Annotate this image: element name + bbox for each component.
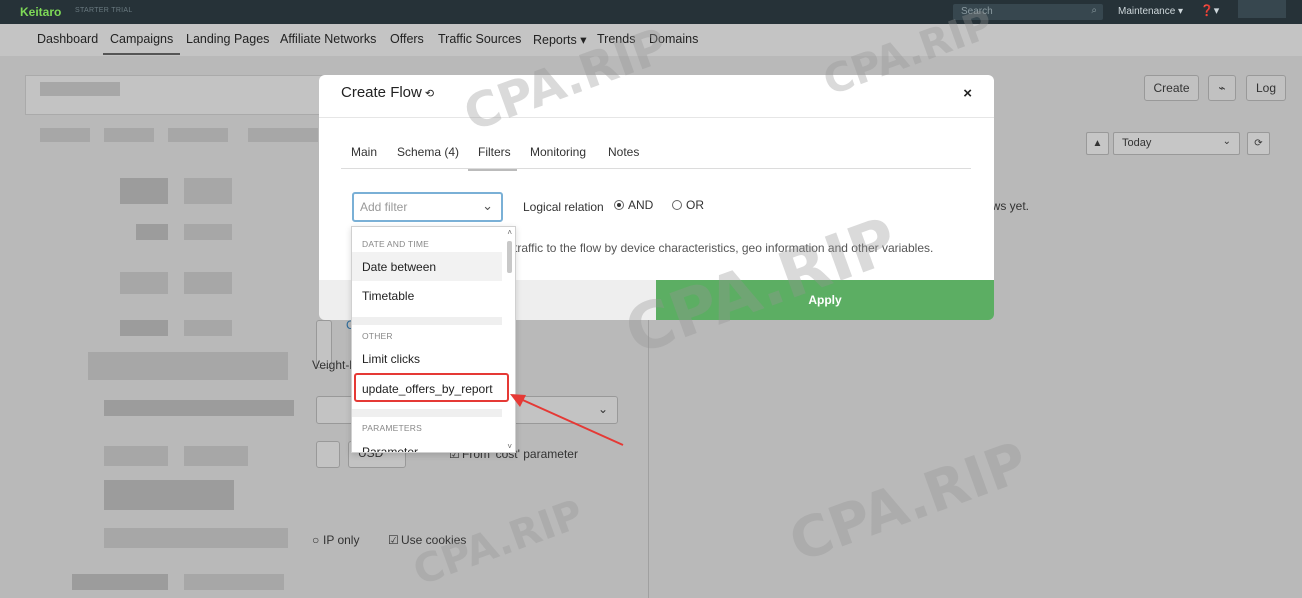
blurred-text <box>136 224 168 240</box>
bg-input <box>316 441 340 468</box>
nav-offers[interactable]: Offers <box>390 32 424 46</box>
refresh-icon[interactable]: ⟳ <box>1247 132 1270 155</box>
nav-reports[interactable]: Reports ▾ <box>533 32 587 47</box>
chevron-down-icon: ⌄ <box>482 198 493 213</box>
radio-and[interactable]: AND <box>614 198 653 212</box>
modal-title: Create Flow ⟲ <box>341 84 434 101</box>
user-menu[interactable] <box>1238 0 1286 18</box>
plan-badge: STARTER TRIAL <box>75 7 133 14</box>
add-filter-select[interactable]: Add filter ⌄ <box>352 192 503 222</box>
option-timetable[interactable]: Timetable <box>352 281 502 310</box>
blurred-text <box>104 446 168 466</box>
logical-relation-label: Logical relation <box>523 200 604 214</box>
link-button[interactable]: ⌁ <box>1208 75 1236 101</box>
chevron-down-icon: ⌄ <box>1222 136 1231 147</box>
add-filter-placeholder: Add filter <box>360 200 408 214</box>
blurred-text <box>104 528 288 548</box>
highlight-box <box>354 373 509 402</box>
nav-dashboard[interactable]: Dashboard <box>37 32 98 46</box>
option-date-between[interactable]: Date between <box>352 252 502 281</box>
blurred-text <box>104 400 294 416</box>
blurred-text <box>120 272 168 294</box>
radio-icon: ○ <box>312 533 320 547</box>
tab-main[interactable]: Main <box>351 145 377 159</box>
search-placeholder: Search <box>961 6 993 17</box>
main-nav: Dashboard Campaigns Landing Pages Affili… <box>0 24 1302 56</box>
radio-or[interactable]: OR <box>672 198 704 212</box>
app-logo[interactable]: Keitaro <box>20 5 61 19</box>
radio-and-label: AND <box>628 198 654 212</box>
group-date-time: DATE AND TIME <box>362 239 429 249</box>
scroll-up-icon[interactable]: ˄ <box>507 228 512 237</box>
modal-header-divider <box>319 117 994 118</box>
nav-traffic-sources[interactable]: Traffic Sources <box>438 32 521 46</box>
weight-label: Veight-b <box>312 358 357 372</box>
blurred-text <box>184 320 232 336</box>
option-parameter[interactable]: Parameter <box>352 437 502 452</box>
blurred-text <box>104 128 154 142</box>
blurred-text <box>184 446 248 466</box>
nav-landing-pages[interactable]: Landing Pages <box>186 32 269 46</box>
radio-checked-icon <box>614 200 624 210</box>
maintenance-menu[interactable]: Maintenance ▾ <box>1118 6 1183 17</box>
blurred-text <box>104 480 234 510</box>
blurred-text <box>88 352 288 380</box>
blurred-text <box>40 82 120 96</box>
blurred-text <box>72 574 168 590</box>
group-other: OTHER <box>362 331 393 341</box>
tab-monitoring[interactable]: Monitoring <box>530 145 586 159</box>
radio-unchecked-icon <box>672 200 682 210</box>
blurred-text <box>168 128 228 142</box>
filter-dropdown-list[interactable]: DATE AND TIME Date between Timetable OTH… <box>351 226 516 453</box>
scrollbar-thumb[interactable] <box>507 241 512 273</box>
nav-campaigns[interactable]: Campaigns <box>103 32 181 55</box>
blurred-text <box>120 178 168 204</box>
date-range-select[interactable]: Today ⌄ <box>1113 132 1240 155</box>
create-button[interactable]: Create <box>1144 75 1199 101</box>
tab-notes[interactable]: Notes <box>608 145 639 159</box>
nav-trends[interactable]: Trends <box>597 32 635 46</box>
close-icon[interactable]: × <box>963 85 972 102</box>
group-separator <box>352 317 502 325</box>
date-range-value: Today <box>1122 137 1152 149</box>
use-cookies-label: Use cookies <box>401 533 467 547</box>
checkbox-icon: ☑ <box>388 533 399 547</box>
group-separator <box>352 409 502 417</box>
blurred-text <box>248 128 318 142</box>
option-limit-clicks[interactable]: Limit clicks <box>352 344 502 373</box>
tab-schema[interactable]: Schema (4) <box>397 145 459 159</box>
modal-title-text: Create Flow <box>341 84 422 101</box>
help-menu[interactable]: ❓▾ <box>1200 4 1219 17</box>
blurred-text <box>184 178 232 204</box>
blurred-text <box>40 128 90 142</box>
modal-tabs: Main Schema (4) Filters Monitoring Notes <box>341 135 971 171</box>
ip-only-label: IP only <box>323 533 360 547</box>
filters-hint: traffic to the flow by device characteri… <box>514 241 934 255</box>
nav-domains[interactable]: Domains <box>649 32 698 46</box>
blurred-text <box>184 272 232 294</box>
search-input[interactable]: Search ⌕ <box>953 4 1103 20</box>
history-icon[interactable]: ⟲ <box>425 88 434 100</box>
annotation-arrow-icon <box>510 394 624 446</box>
search-icon: ⌕ <box>1091 5 1097 16</box>
log-button[interactable]: Log <box>1246 75 1286 101</box>
blurred-text <box>120 320 168 336</box>
group-parameters: PARAMETERS <box>362 423 422 433</box>
apply-button[interactable]: Apply <box>656 280 994 320</box>
blurred-text <box>184 224 232 240</box>
column-divider <box>648 320 649 598</box>
nav-affiliate-networks[interactable]: Affiliate Networks <box>280 32 376 46</box>
radio-or-label: OR <box>686 198 704 212</box>
collapse-icon[interactable]: ▲ <box>1086 132 1109 155</box>
top-bar: Keitaro STARTER TRIAL Search ⌕ Maintenan… <box>0 0 1302 24</box>
tab-filters[interactable]: Filters <box>468 145 517 171</box>
blurred-text <box>184 574 284 590</box>
